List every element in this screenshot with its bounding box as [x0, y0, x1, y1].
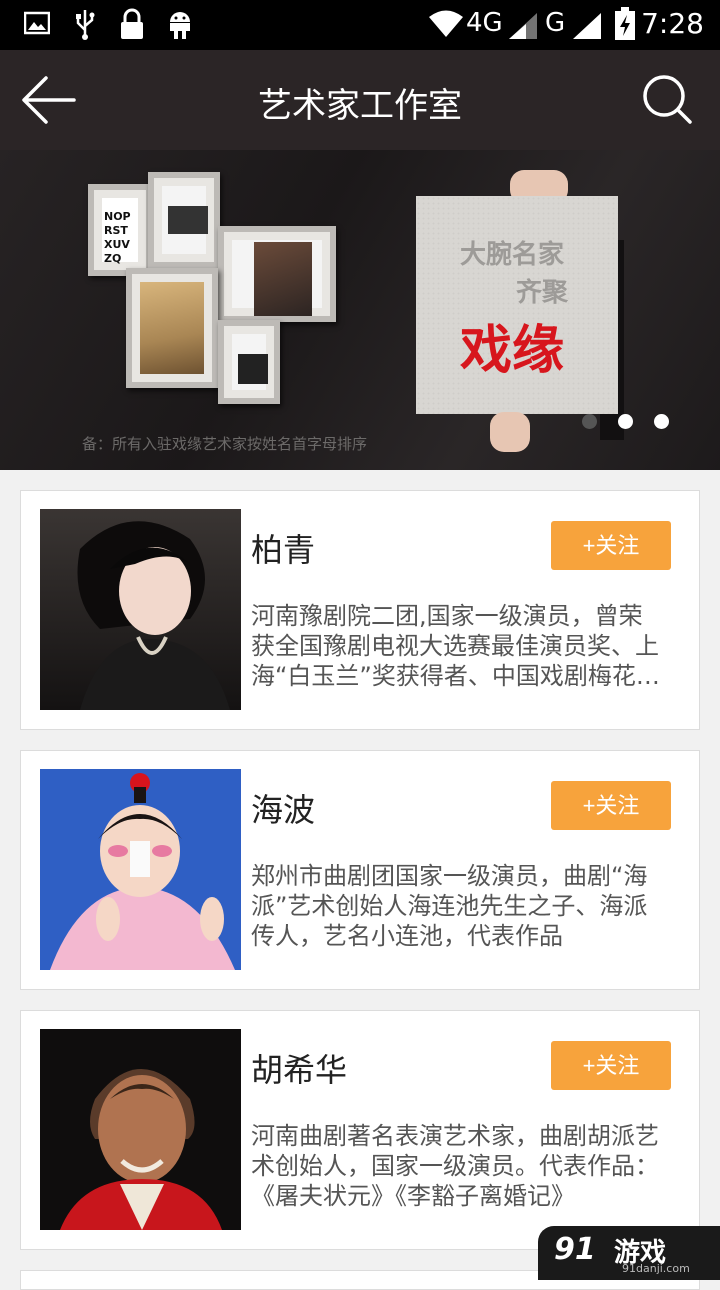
watermark-logo: 91 [554, 1232, 596, 1267]
network-4g-label: 4G [466, 8, 503, 38]
watermark-badge: 91 游戏 91danji.com [538, 1226, 720, 1280]
title-bar: 艺术家工作室 [0, 50, 720, 150]
artist-description: 河南曲剧著名表演艺术家，曲剧胡派艺术创始人，国家一级演员。代表作品：《屠夫状元》… [251, 1122, 659, 1210]
artist-name[interactable]: 柏青 [251, 525, 315, 571]
usb-icon [74, 8, 96, 44]
clock: 7:28 [641, 7, 704, 40]
artist-photo[interactable] [40, 769, 241, 970]
board-line-2: 齐聚 [516, 278, 569, 308]
board-line-1: 大腕名家 [460, 240, 565, 270]
artist-photo[interactable] [40, 509, 241, 710]
banner-carousel[interactable]: NOP RST XUV ZQ 大腕名家 齐聚 戏缘 备：所有入驻戏缘艺术家按姓名首字母… [0, 150, 720, 470]
photo-frame-small [218, 320, 280, 404]
photo-frame-opera [126, 268, 218, 388]
photo-frame-trees [148, 172, 220, 268]
follow-button[interactable]: +关注 [551, 1041, 671, 1090]
image-icon [23, 10, 51, 40]
artist-name[interactable]: 海波 [251, 785, 315, 831]
wifi-icon [428, 10, 464, 42]
artist-list: 柏青 +关注 河南豫剧院二团,国家一级演员，曾荣获全国豫剧电视大选赛最佳演员奖、… [20, 490, 700, 1270]
svg-text:NOP: NOP [104, 210, 131, 223]
artist-card[interactable]: 海波 +关注 郑州市曲剧团国家一级演员，曲剧“海派”艺术创始人海连池先生之子、海… [20, 750, 700, 990]
artist-card[interactable]: 胡希华 +关注 河南曲剧著名表演艺术家，曲剧胡派艺术创始人，国家一级演员。代表作… [20, 1010, 700, 1250]
carousel-dot[interactable] [618, 414, 633, 429]
artist-photo[interactable] [40, 1029, 241, 1230]
artist-description: 郑州市曲剧团国家一级演员，曲剧“海派”艺术创始人海连池先生之子、海派传人，艺名小… [251, 862, 648, 950]
photo-frame-portrait [218, 226, 336, 322]
photo-frame-letters: NOP RST XUV ZQ [88, 184, 152, 276]
search-button[interactable] [640, 72, 696, 128]
carousel-dot[interactable] [582, 414, 597, 429]
artist-description: 河南豫剧院二团,国家一级演员，曾荣获全国豫剧电视大选赛最佳演员奖、上海“白玉兰”… [251, 602, 660, 690]
svg-text:RST: RST [104, 224, 128, 237]
artist-card[interactable]: 柏青 +关注 河南豫剧院二团,国家一级演员，曾荣获全国豫剧电视大选赛最佳演员奖、… [20, 490, 700, 730]
page-title: 艺术家工作室 [258, 86, 462, 126]
battery-charging-icon [614, 7, 636, 45]
watermark-url: 91danji.com [622, 1262, 690, 1275]
svg-text:ZQ: ZQ [104, 252, 121, 265]
follow-button[interactable]: +关注 [551, 521, 671, 570]
network-g-label: G [545, 8, 566, 38]
artist-name[interactable]: 胡希华 [251, 1045, 347, 1091]
status-bar: 4G G 7:28 [0, 0, 720, 50]
carousel-dot[interactable] [654, 414, 669, 429]
banner-note: 备：所有入驻戏缘艺术家按姓名首字母排序 [82, 435, 368, 453]
signal-icon [508, 12, 538, 44]
lock-icon [120, 8, 144, 44]
hand-bottom [490, 412, 530, 452]
svg-text:XUV: XUV [104, 238, 130, 251]
android-icon [168, 8, 192, 44]
signal-icon [572, 12, 602, 44]
promo-board: 大腕名家 齐聚 戏缘 [416, 196, 618, 414]
search-icon [643, 75, 692, 124]
follow-button[interactable]: +关注 [551, 781, 671, 830]
board-big-text: 戏缘 [460, 321, 565, 381]
